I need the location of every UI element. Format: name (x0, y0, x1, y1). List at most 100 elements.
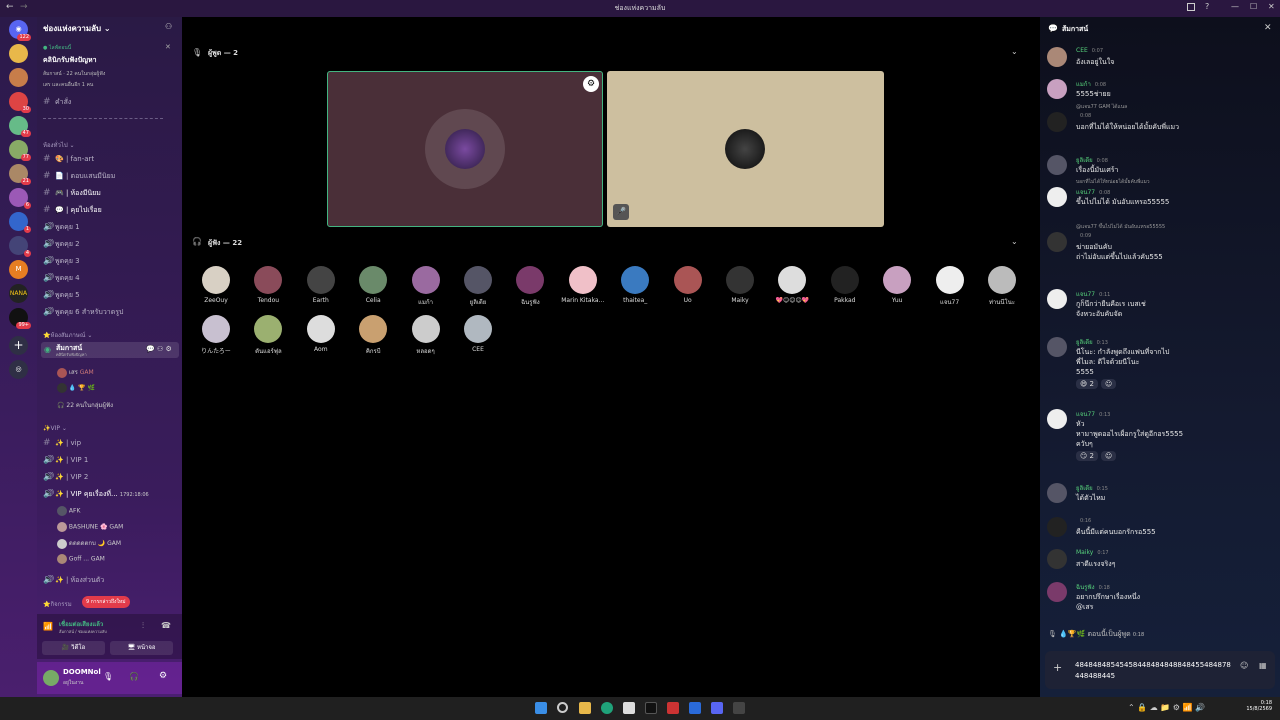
channel-vip[interactable]: # ✨ | vip (43, 438, 178, 451)
category-vip[interactable]: ✨VIP ⌄ (43, 425, 67, 432)
chevron-down-icon[interactable]: ⌄ (1011, 237, 1018, 246)
voice-channel[interactable]: 🔊พูดคุย 2 (43, 239, 178, 252)
listener[interactable]: แมก้า (401, 266, 451, 307)
reply-preview[interactable]: @แจน77 GAM ได้แนล (1076, 103, 1127, 111)
clock[interactable]: 0:18 15/8/2569 (1240, 700, 1272, 712)
speaker-tile[interactable]: ⚙ (327, 71, 603, 227)
author-name[interactable]: แจน77 (1076, 189, 1095, 196)
listener[interactable]: ตันแอร์ฟุล (243, 315, 293, 356)
maximize-icon[interactable]: ☐ (1250, 2, 1257, 11)
listener[interactable]: Pakkad (820, 266, 870, 304)
channel-vip[interactable]: 🔊✨ | VIP 2 (43, 472, 178, 485)
avatar[interactable] (1047, 337, 1067, 357)
server-icon[interactable]: 4 (9, 236, 31, 257)
category-stage[interactable]: ⭐ห้องสัมภาษณ์ ⌄ (43, 330, 92, 340)
listener[interactable]: Aom (296, 315, 346, 353)
listener[interactable]: Uo (663, 266, 713, 304)
avatar[interactable] (1047, 79, 1067, 99)
video-button[interactable]: 🎥 วิดีโอ (42, 641, 105, 655)
reaction-pill[interactable]: 😄 2 (1076, 379, 1098, 389)
author-name[interactable]: ยูลิเดีย (1076, 339, 1093, 346)
avatar[interactable] (1047, 112, 1067, 132)
listener[interactable]: ยูลิเดีย (453, 266, 503, 307)
app-icon[interactable] (667, 702, 679, 714)
author-name[interactable]: แจน77 (1076, 411, 1095, 418)
author-name[interactable]: แจน77 (1076, 291, 1095, 298)
reaction-pill[interactable]: 😏 2 (1076, 451, 1098, 461)
voice-channel[interactable]: 🔊พูดคุย 3 (43, 256, 178, 269)
chevron-down-icon[interactable]: ⌄ (1011, 47, 1018, 56)
add-reaction-icon[interactable]: ☺ (1100, 451, 1117, 461)
close-event-icon[interactable]: ✕ (165, 43, 171, 51)
explore-icon[interactable]: ◎ (9, 360, 28, 379)
channel-vip[interactable]: 🔊✨ | VIP 1 (43, 455, 178, 468)
voice-member[interactable]: AFK (57, 506, 80, 516)
server-icon[interactable]: 47 (9, 116, 31, 137)
listener[interactable]: りんたろー (191, 315, 241, 355)
voice-channel[interactable]: 🔊พูดคุย 1 (43, 222, 178, 235)
minimize-icon[interactable]: — (1231, 2, 1239, 11)
channel-fan-art[interactable]: # 🎨 | fan-art (43, 154, 178, 167)
noise-suppression-icon[interactable]: ⫶ (142, 621, 144, 631)
author-name[interactable]: Maiky (1076, 549, 1093, 556)
voice-member[interactable]: Goff ... GAM (57, 554, 105, 564)
avatar[interactable] (1047, 232, 1067, 252)
inbox-icon[interactable] (1187, 3, 1195, 11)
server-icon[interactable] (9, 44, 28, 63)
listener[interactable]: Earth (296, 266, 346, 304)
listener[interactable]: ฉินรูฟัง (505, 266, 555, 307)
tiktok-icon[interactable] (645, 702, 657, 714)
screen-share-button[interactable]: 🖥 หน้าจอ (110, 641, 173, 655)
server-icon[interactable]: 21 (9, 164, 31, 185)
reply-preview[interactable]: บอกที่ไม่ได้ให้หน่อยได้มั้ยคับพี่แมว (1076, 178, 1150, 186)
file-explorer-icon[interactable] (579, 702, 591, 714)
author-name[interactable]: ยูลิเดีย (1076, 485, 1093, 492)
message-input[interactable]: 4848484854545844848484884845548487844848… (1075, 660, 1235, 682)
avatar[interactable] (1047, 483, 1067, 503)
disconnect-icon[interactable]: ☎ (161, 621, 171, 630)
stage-channel[interactable]: ◉ ส้มกาสน์ คลินิกรับฟังปัญหา 💬 ⚇ ⚙ (41, 342, 179, 358)
search-icon[interactable] (557, 702, 568, 713)
store-icon[interactable] (623, 702, 635, 714)
server-icon[interactable]: M (9, 260, 28, 279)
channel-text[interactable]: # 📄 | ตอบแสนมีนิยม (43, 171, 178, 184)
avatar[interactable] (1047, 582, 1067, 602)
new-mentions-pill[interactable]: 9 การกล่าวถึงใหม่ (82, 596, 130, 608)
avatar[interactable] (1047, 549, 1067, 569)
edge-icon[interactable] (601, 702, 613, 714)
server-name[interactable]: ช่องแห่งความลับ ⌄ (43, 22, 111, 35)
discord-icon[interactable] (711, 702, 723, 714)
author-name[interactable]: แมก้า (1076, 81, 1091, 88)
server-icon[interactable]: 77 (9, 140, 31, 161)
listener[interactable]: คิกรบี (348, 315, 398, 356)
avatar[interactable] (1047, 517, 1067, 537)
avatar[interactable] (1047, 409, 1067, 429)
add-reaction-icon[interactable]: ☺ (1100, 379, 1117, 389)
voice-channel[interactable]: 🔊พูดคุย 5 (43, 290, 178, 303)
stage-actions-icon[interactable]: 💬 ⚇ ⚙ (146, 345, 172, 353)
event-title[interactable]: คลินิกรับฟังปัญหา (43, 55, 97, 66)
category-more[interactable]: ⭐กิจกรรม (43, 599, 72, 609)
settings-icon[interactable]: ⚙ (159, 671, 167, 681)
avatar[interactable] (43, 670, 59, 686)
server-icon[interactable]: 1 (9, 212, 31, 233)
listener[interactable]: thaitea_ (610, 266, 660, 304)
listener[interactable]: Marin Kitaka... (558, 266, 608, 304)
listener[interactable]: Yuu (872, 266, 922, 304)
speaker-tile[interactable]: 🎤 (607, 71, 884, 227)
direct-messages-icon[interactable]: ◉ 122 (9, 20, 31, 41)
headphones-icon[interactable]: 🎧 (129, 672, 139, 681)
app-icon[interactable] (733, 702, 745, 714)
message-input-box[interactable]: + 48484848545458448484848848455484878448… (1045, 651, 1275, 689)
close-window-icon[interactable]: ✕ (1268, 2, 1275, 11)
add-member-icon[interactable]: ⚇ (165, 22, 172, 31)
avatar[interactable] (1047, 155, 1067, 175)
gear-icon[interactable]: ⚙ (583, 76, 599, 92)
server-icon[interactable]: 6 (9, 188, 31, 209)
channel-text[interactable]: # 💬 | คุยไปเรื่อย (43, 205, 178, 218)
vip-voice-channel[interactable]: 🔊✨ | VIP คุยเรื่องที่... 1792:18:06 (43, 489, 178, 502)
channel-commands[interactable]: # คำสั่ง (43, 97, 178, 110)
user-name[interactable]: DOOMNol (63, 668, 101, 676)
server-icon[interactable]: 30 (9, 92, 31, 113)
author-name[interactable]: CEE (1076, 47, 1088, 54)
